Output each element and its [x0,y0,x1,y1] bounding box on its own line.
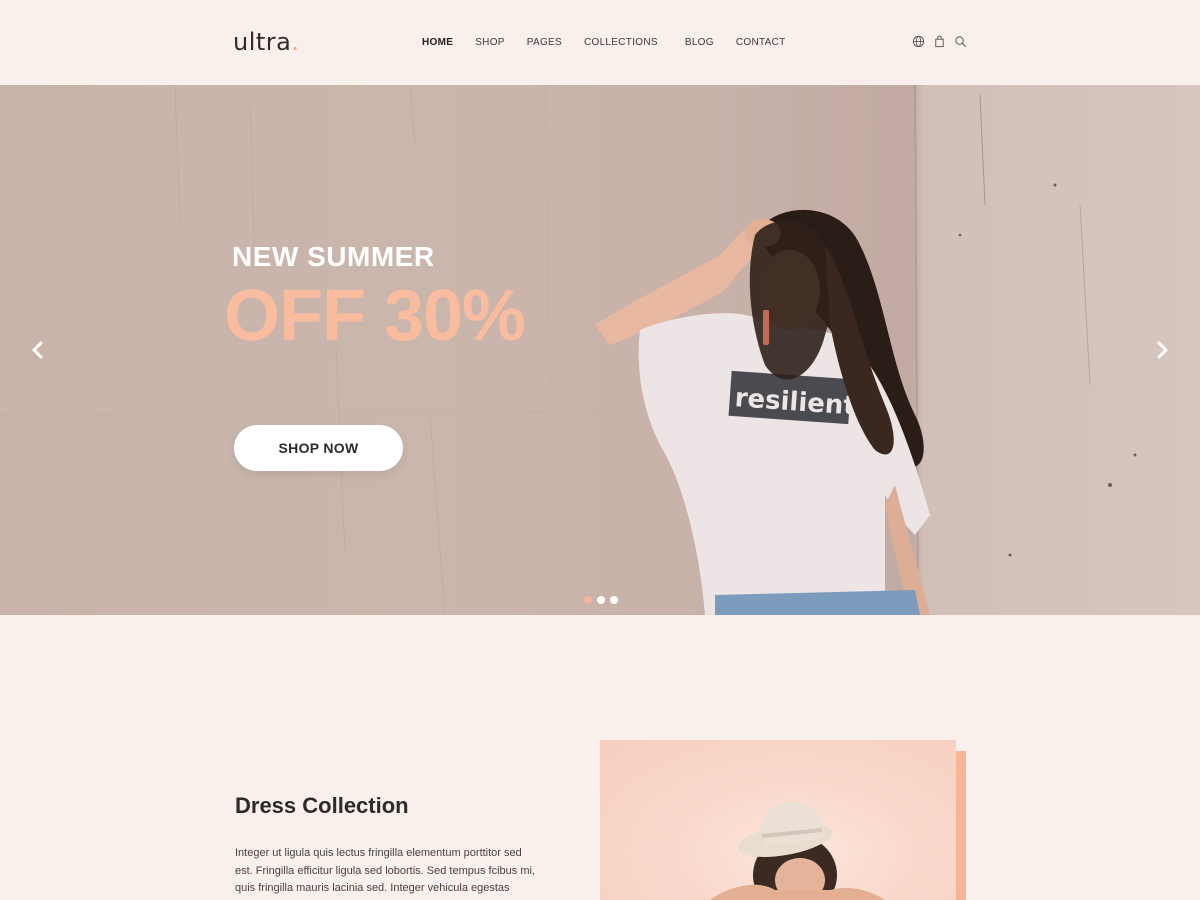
hero-title: OFF 30% [224,276,526,356]
brand-dot: . [291,28,300,56]
shop-now-button[interactable]: SHOP NOW [234,425,403,471]
shopping-bag-icon[interactable] [933,35,946,48]
header-icons [912,35,975,48]
hero-slider: NEW SUMMER OFF 30% SHOP NOW resilient [0,85,1200,615]
nav-item-pages[interactable]: PAGES [527,37,562,48]
shop-now-label: SHOP NOW [278,440,359,456]
search-icon[interactable] [954,35,967,48]
site-header: ultra. HOME SHOP PAGES COLLECTIONS BLOG … [0,0,1200,85]
slider-next-arrow[interactable] [1152,340,1172,360]
collection-image [600,740,956,900]
hat-model-illustration [710,801,885,900]
slider-dot-1[interactable] [584,596,592,604]
nav-item-shop[interactable]: SHOP [475,37,505,48]
slider-dot-2[interactable] [597,596,605,604]
nav-item-contact[interactable]: CONTACT [736,37,786,48]
collection-description: Integer ut ligula quis lectus fringilla … [235,847,535,894]
nav-item-blog[interactable]: BLOG [685,37,714,48]
brand-logo[interactable]: ultra. [233,28,300,56]
slider-pagination [584,596,623,604]
hero-subtitle: NEW SUMMER [232,241,435,272]
nav-item-home[interactable]: HOME [422,37,453,48]
slider-prev-arrow[interactable] [28,340,48,360]
brand-name: ultra [233,28,292,56]
hero-model-image: resilient [595,209,930,615]
nav-item-collections[interactable]: COLLECTIONS [584,37,658,48]
collection-title: Dress Collection [235,793,409,818]
collection-image-accent [956,751,966,900]
slider-dot-3[interactable] [610,596,618,604]
main-nav: HOME SHOP PAGES COLLECTIONS BLOG CONTACT [422,37,808,48]
globe-icon[interactable] [912,35,925,48]
